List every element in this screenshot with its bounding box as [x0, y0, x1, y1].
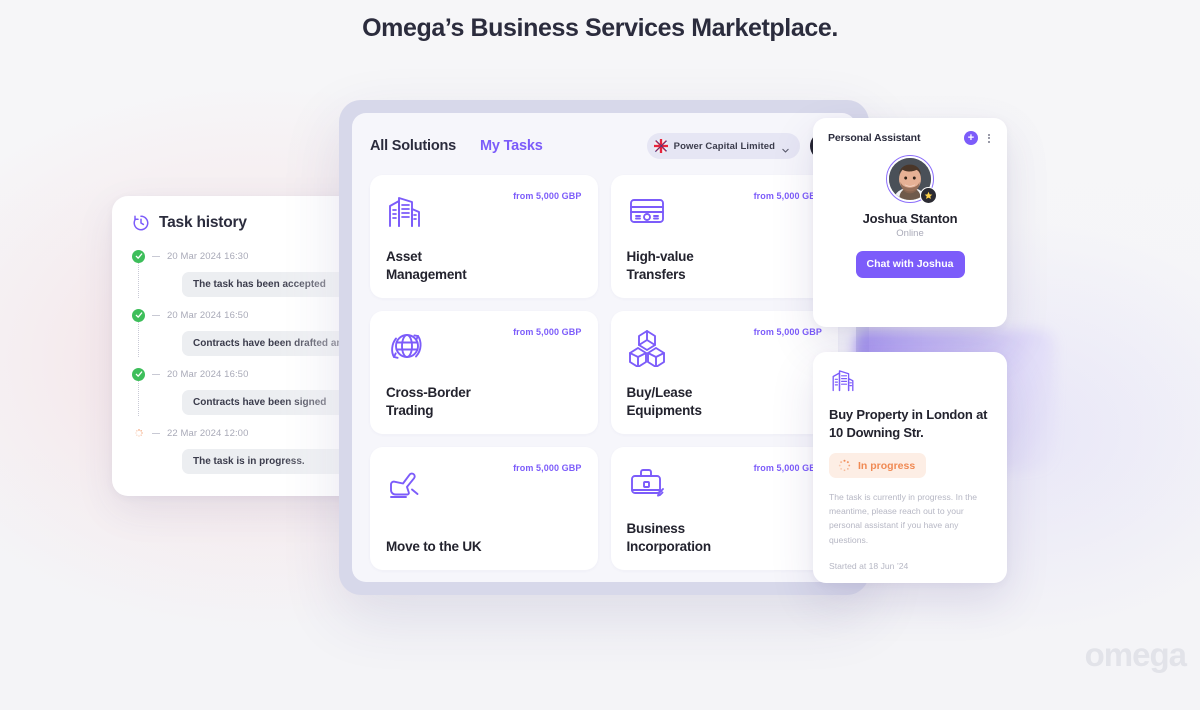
status-badge: In progress [829, 453, 927, 479]
assistant-name: Joshua Stanton [862, 211, 958, 226]
service-price: from 5,000 GBP [513, 327, 582, 337]
service-card[interactable]: from 5,000 GBP High-value Transfers [610, 175, 838, 298]
app-window-frame: All Solutions My Tasks Power Capital Lim… [339, 100, 869, 595]
check-circle-icon [132, 367, 145, 381]
task-detail-description: The task is currently in progress. In th… [829, 492, 978, 545]
service-card[interactable]: from 5,000 GBP Move to the UK [370, 447, 598, 570]
uk-flag-icon [653, 139, 668, 153]
personal-assistant-header: Personal Assistant + [828, 131, 992, 145]
check-circle-icon [132, 249, 145, 263]
service-title: Move to the UK [386, 539, 482, 555]
personal-assistant-actions: + [964, 131, 992, 145]
card-icon [627, 191, 667, 231]
app-topbar: All Solutions My Tasks Power Capital Lim… [370, 129, 838, 163]
task-history-timestamp: 20 Mar 2024 16:30 [167, 250, 249, 262]
service-title: Business Incorporation [626, 521, 712, 555]
task-detail-card: Buy Property in London at 10 Downing Str… [813, 352, 1007, 583]
task-detail-title: Buy Property in London at 10 Downing Str… [829, 407, 988, 440]
service-title: Cross-Border Trading [386, 385, 471, 419]
plane-icon [386, 463, 426, 503]
service-price: from 5,000 GBP [753, 191, 822, 201]
star-icon [924, 191, 933, 200]
timeline-dash [152, 255, 160, 257]
omega-watermark: omega [1084, 636, 1187, 673]
tab-bar: All Solutions My Tasks [370, 138, 543, 154]
app-panel: All Solutions My Tasks Power Capital Lim… [352, 113, 856, 582]
chat-with-assistant-button[interactable]: Chat with Joshua [855, 251, 965, 278]
timeline-dash [152, 373, 160, 375]
buildings-icon [386, 191, 426, 231]
timeline-connector [138, 381, 139, 416]
star-badge [920, 187, 937, 204]
plus-icon[interactable]: + [964, 131, 978, 145]
org-selector[interactable]: Power Capital Limited [646, 133, 800, 159]
tab-my-tasks[interactable]: My Tasks [480, 138, 543, 154]
task-history-title: Task history [159, 214, 247, 231]
assistant-status: Online [896, 228, 924, 239]
org-name: Power Capital Limited [673, 140, 775, 152]
boxes-icon [627, 327, 667, 368]
avatar [886, 155, 937, 204]
service-card[interactable]: from 5,000 GBP Asset Management [370, 175, 598, 298]
task-detail-started: Started at 18 Jun ’24 [829, 560, 909, 571]
service-price: from 5,000 GBP [753, 327, 822, 337]
service-price: from 5,000 GBP [513, 191, 582, 201]
clock-icon [132, 214, 150, 232]
timeline-connector [138, 322, 139, 357]
personal-assistant-label: Personal Assistant [828, 132, 921, 144]
tab-all-solutions[interactable]: All Solutions [370, 138, 456, 154]
service-price: from 5,000 GBP [753, 463, 822, 473]
task-history-timestamp: 20 Mar 2024 16:50 [167, 368, 249, 380]
topbar-actions: Power Capital Limited [646, 132, 838, 160]
spinner-icon [838, 459, 851, 472]
chevron-down-icon [781, 142, 790, 153]
status-badge-label: In progress [858, 459, 916, 472]
page-title: Omega’s Business Services Marketplace. [362, 14, 838, 42]
timeline-dash [152, 314, 160, 316]
service-card[interactable]: from 5,000 GBP Business Incorporation [610, 447, 838, 570]
service-price: from 5,000 GBP [513, 463, 582, 473]
globe-icon [386, 327, 426, 367]
task-history-timestamp: 22 Mar 2024 12:00 [167, 427, 249, 439]
service-title: High-value Transfers [626, 249, 694, 283]
timeline-dash [152, 432, 160, 434]
spinner-icon [132, 427, 145, 440]
check-circle-icon [132, 308, 145, 322]
service-card[interactable]: from 5,000 GBP Buy/Lease Equipments [610, 311, 838, 434]
service-title: Buy/Lease Equipments [626, 385, 702, 419]
task-history-timestamp: 20 Mar 2024 16:50 [167, 309, 249, 321]
screenshot-root: Omega’s Business Services Marketplace. T… [0, 0, 1200, 710]
service-title: Asset Management [386, 249, 467, 283]
buildings-icon [829, 366, 857, 394]
service-card[interactable]: from 5,000 GBP Cross-Border Trading [370, 311, 598, 434]
briefcase-icon [627, 463, 667, 503]
services-grid: from 5,000 GBP Asset Management from 5,00… [370, 175, 838, 570]
personal-assistant-card: Personal Assistant + Joshua Stanton Onli… [813, 118, 1007, 327]
timeline-connector [138, 263, 139, 298]
kebab-menu-icon[interactable] [986, 132, 992, 145]
